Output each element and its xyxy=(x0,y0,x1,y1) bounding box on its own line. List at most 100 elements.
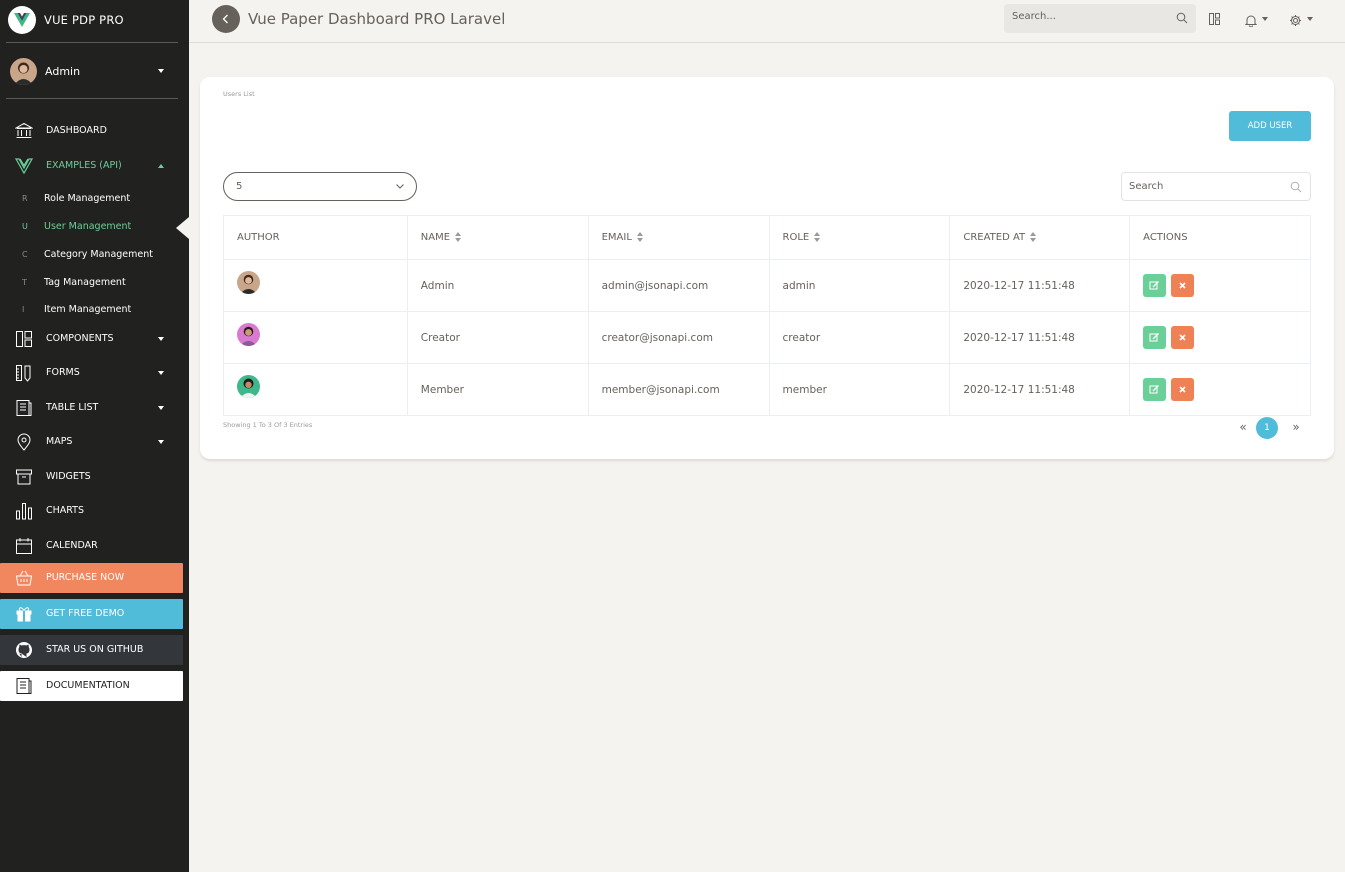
button-label: GET FREE DEMO xyxy=(46,608,125,619)
avatar xyxy=(10,57,37,85)
sidebar-item-label: TABLE LIST xyxy=(46,402,99,413)
sidebar-subitem-user[interactable]: U User Management xyxy=(0,217,183,237)
subitem-label: User Management xyxy=(44,221,132,232)
pagination-page[interactable]: 1 xyxy=(1256,417,1278,439)
actions-cell xyxy=(1129,363,1311,416)
search-icon xyxy=(1290,181,1302,193)
chevron-down-icon xyxy=(396,184,404,189)
table-row: Member member@jsonapi.com member 2020-12… xyxy=(223,363,1311,416)
delete-button[interactable] xyxy=(1170,274,1194,297)
column-email[interactable]: EMAIL xyxy=(587,215,770,260)
github-icon xyxy=(16,642,32,658)
user-menu[interactable]: Admin xyxy=(10,57,174,85)
role-cell: creator xyxy=(768,311,951,364)
subitem-abbr: I xyxy=(22,305,25,314)
sidebar-item-maps[interactable]: MAPS xyxy=(0,427,183,457)
search-input[interactable] xyxy=(1129,181,1279,192)
sort-icon[interactable] xyxy=(636,232,644,242)
page-title: Vue Paper Dashboard PRO Laravel xyxy=(248,10,506,28)
actions-cell xyxy=(1129,311,1311,364)
sidebar-item-label: WIDGETS xyxy=(46,471,91,482)
per-page-select[interactable]: 5 xyxy=(223,172,417,201)
edit-icon xyxy=(1149,385,1160,394)
pagination-next[interactable]: » xyxy=(1285,417,1307,439)
sidebar-divider xyxy=(6,42,178,43)
button-label: PURCHASE NOW xyxy=(46,572,125,583)
subitem-abbr: U xyxy=(22,222,28,231)
chevron-down-icon xyxy=(158,406,164,410)
edit-button[interactable] xyxy=(1143,378,1167,401)
sidebar-subitem-category[interactable]: C Category Management xyxy=(0,245,183,265)
notifications-dropdown[interactable] xyxy=(1244,12,1269,31)
delete-button[interactable] xyxy=(1170,326,1194,349)
column-created-at[interactable]: CREATED AT xyxy=(949,215,1131,260)
sidebar-item-components[interactable]: COMPONENTS xyxy=(0,324,183,354)
sidebar-item-label: DASHBOARD xyxy=(46,125,107,136)
button-label: DOCUMENTATION xyxy=(46,680,130,691)
sidebar-item-calendar[interactable]: CALENDAR xyxy=(0,531,183,561)
sidebar-item-charts[interactable]: CHARTS xyxy=(0,496,183,526)
column-label: ACTIONS xyxy=(1143,232,1188,243)
top-navbar: Vue Paper Dashboard PRO Laravel xyxy=(189,0,1345,43)
get-free-demo-button[interactable]: GET FREE DEMO xyxy=(0,599,183,629)
subitem-label: Role Management xyxy=(44,193,131,204)
document-icon xyxy=(16,678,32,694)
pagination-prev[interactable]: « xyxy=(1232,417,1254,439)
author-cell xyxy=(223,363,408,416)
column-label: EMAIL xyxy=(601,232,632,243)
vue-icon xyxy=(15,158,33,175)
sidebar-item-label: COMPONENTS xyxy=(46,333,114,344)
sidebar-subitem-item[interactable]: I Item Management xyxy=(0,300,183,320)
settings-dropdown[interactable] xyxy=(1289,12,1314,31)
column-role[interactable]: ROLE xyxy=(768,215,951,260)
sidebar-item-label: CHARTS xyxy=(46,505,85,516)
star-github-button[interactable]: STAR US ON GITHUB xyxy=(0,635,183,665)
edit-button[interactable] xyxy=(1143,274,1167,297)
column-name[interactable]: NAME xyxy=(406,215,589,260)
close-icon xyxy=(1178,282,1186,289)
actions-cell xyxy=(1129,259,1311,312)
users-table: AUTHOR NAME EMAIL ROLE CREATED AT ACTION… xyxy=(223,215,1311,416)
column-label: AUTHOR xyxy=(237,232,280,243)
bell-icon xyxy=(1244,15,1258,28)
layout-icon[interactable] xyxy=(1209,13,1220,25)
users-card: Users List ADD USER 5 AUTHOR NAME EMAIL … xyxy=(200,77,1334,459)
ruler-pencil-icon xyxy=(16,365,31,382)
card-category: Users List xyxy=(223,90,255,98)
edit-icon xyxy=(1149,281,1160,290)
pin-icon xyxy=(17,433,31,451)
sort-icon[interactable] xyxy=(1030,232,1037,242)
sidebar-item-dashboard[interactable]: DASHBOARD xyxy=(0,116,183,146)
sidebar-item-widgets[interactable]: WIDGETS xyxy=(0,462,183,492)
sort-icon[interactable] xyxy=(814,232,821,242)
sort-icon[interactable] xyxy=(455,232,462,242)
search-icon[interactable] xyxy=(1176,12,1188,24)
active-indicator xyxy=(176,217,189,239)
chevron-up-icon xyxy=(158,164,164,168)
avatar xyxy=(237,375,260,398)
delete-button[interactable] xyxy=(1170,378,1194,401)
avatar xyxy=(237,271,260,294)
sidebar-item-forms[interactable]: FORMS xyxy=(0,358,183,388)
add-user-button[interactable]: ADD USER xyxy=(1229,111,1311,141)
subitem-abbr: R xyxy=(22,194,28,203)
email-cell: member@jsonapi.com xyxy=(587,363,770,416)
sidebar-item-examples[interactable]: EXAMPLES (API) xyxy=(0,151,183,181)
purchase-now-button[interactable]: PURCHASE NOW xyxy=(0,563,183,593)
created-at-cell: 2020-12-17 11:51:48 xyxy=(949,259,1131,312)
navbar-search xyxy=(1004,4,1196,33)
sidebar-subitem-tag[interactable]: T Tag Management xyxy=(0,273,183,293)
search-input[interactable] xyxy=(1012,11,1162,22)
entries-summary: Showing 1 To 3 Of 3 Entries xyxy=(223,421,313,429)
edit-icon xyxy=(1149,333,1160,342)
edit-button[interactable] xyxy=(1143,326,1167,349)
brand-logo[interactable]: VUE PDP PRO xyxy=(8,6,124,34)
sidebar-item-label: MAPS xyxy=(46,436,73,447)
sidebar-subitem-role[interactable]: R Role Management xyxy=(0,189,183,209)
sidebar-item-table-list[interactable]: TABLE LIST xyxy=(0,393,183,423)
minimize-sidebar-button[interactable] xyxy=(212,5,240,33)
subitem-label: Tag Management xyxy=(44,277,126,288)
name-cell: Creator xyxy=(406,311,589,364)
calendar-icon xyxy=(16,538,32,554)
documentation-button[interactable]: DOCUMENTATION xyxy=(0,671,183,701)
